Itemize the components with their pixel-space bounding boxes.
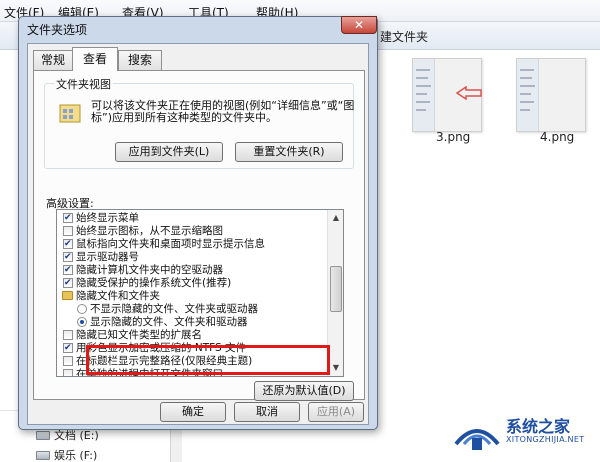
drive-icon [36, 451, 50, 460]
folder-icon [62, 291, 73, 300]
folder-options-dialog: 文件夹选项 ✕ 常规 查看 搜索 可以将该文件夹正在使用的视图(例如“详细信息”… [18, 16, 378, 430]
dialog-body: 常规 查看 搜索 可以将该文件夹正在使用的视图(例如“详细信息”或“图标”)应用… [27, 43, 369, 425]
tab-page-view: 可以将该文件夹正在使用的视图(例如“详细信息”或“图标”)应用到所有这种类型的文… [33, 70, 365, 401]
setting-hide-protected-os-files[interactable]: 隐藏受保护的操作系统文件(推荐) [57, 277, 327, 289]
setting-always-show-menus[interactable]: 始终显示菜单 [57, 212, 327, 224]
highlight-annotation [86, 345, 330, 375]
folder-views-label: 文件夹视图 [54, 76, 113, 92]
checkbox[interactable] [63, 342, 73, 354]
image-thumbnail-icon[interactable] [516, 58, 586, 132]
file-view: 3.png 4.png [380, 50, 600, 462]
setting-hidden-files-group: 隐藏文件和文件夹 [57, 290, 327, 302]
folder-views-description: 可以将该文件夹正在使用的视图(例如“详细信息”或“图标”)应用到所有这种类型的文… [91, 99, 355, 124]
dialog-title: 文件夹选项 [27, 23, 88, 37]
folder-views-group: 可以将该文件夹正在使用的视图(例如“详细信息”或“图标”)应用到所有这种类型的文… [44, 83, 354, 169]
watermark-name: 系统之家 [506, 417, 571, 436]
file-name-3[interactable]: 3.png [436, 130, 470, 144]
checkbox[interactable] [63, 330, 73, 340]
radio-button[interactable] [77, 304, 87, 314]
checkbox[interactable] [63, 238, 73, 250]
file-name-4[interactable]: 4.png [540, 130, 574, 144]
checkbox[interactable] [63, 277, 73, 289]
checkbox[interactable] [63, 356, 73, 366]
scroll-up-icon[interactable]: ▲ [328, 210, 343, 226]
setting-dont-show-hidden[interactable]: 不显示隐藏的文件、文件夹或驱动器 [57, 303, 327, 315]
scrollbar-thumb[interactable] [330, 266, 342, 312]
checkbox[interactable] [63, 369, 73, 376]
red-arrow-icon [456, 86, 482, 100]
setting-hide-extensions[interactable]: 隐藏已知文件类型的扩展名 [57, 329, 327, 341]
ok-button[interactable]: 确定 [160, 402, 226, 422]
setting-show-hidden[interactable]: 显示隐藏的文件、文件夹和驱动器 [57, 316, 327, 328]
new-folder-button[interactable]: 建文件夹 [380, 28, 428, 45]
drive-icon [36, 431, 50, 440]
drive-f[interactable]: 娱乐 (F:) [54, 447, 97, 462]
apply-button[interactable]: 应用(A) [308, 402, 364, 422]
radio-button[interactable] [77, 317, 87, 327]
checkbox[interactable] [63, 251, 73, 263]
folder-views-icon [59, 104, 81, 123]
checkbox[interactable] [63, 212, 73, 224]
tab-search[interactable]: 搜索 [118, 50, 162, 70]
checkbox[interactable] [63, 226, 73, 236]
checkbox[interactable] [63, 264, 73, 276]
setting-hide-empty-drives[interactable]: 隐藏计算机文件夹中的空驱动器 [57, 264, 327, 276]
cancel-button[interactable]: 取消 [234, 402, 300, 422]
tab-general[interactable]: 常规 [33, 50, 73, 70]
setting-always-show-icons[interactable]: 始终显示图标，从不显示缩略图 [57, 225, 327, 237]
tab-view[interactable]: 查看 [72, 47, 118, 71]
reset-folders-button[interactable]: 重置文件夹(R) [235, 142, 343, 162]
apply-to-folders-button[interactable]: 应用到文件夹(L) [115, 142, 223, 162]
watermark-url: XITONGZHIJIA.NET [506, 435, 585, 444]
setting-show-drive-letters[interactable]: 显示驱动器号 [57, 251, 327, 263]
setting-show-popup-info[interactable]: 鼠标指向文件夹和桌面项时显示提示信息 [57, 238, 327, 250]
scroll-down-icon[interactable]: ▼ [328, 360, 343, 376]
watermark-logo-icon [454, 429, 500, 450]
restore-defaults-button[interactable]: 还原为默认值(D) [254, 381, 354, 401]
close-icon[interactable]: ✕ [341, 16, 377, 34]
